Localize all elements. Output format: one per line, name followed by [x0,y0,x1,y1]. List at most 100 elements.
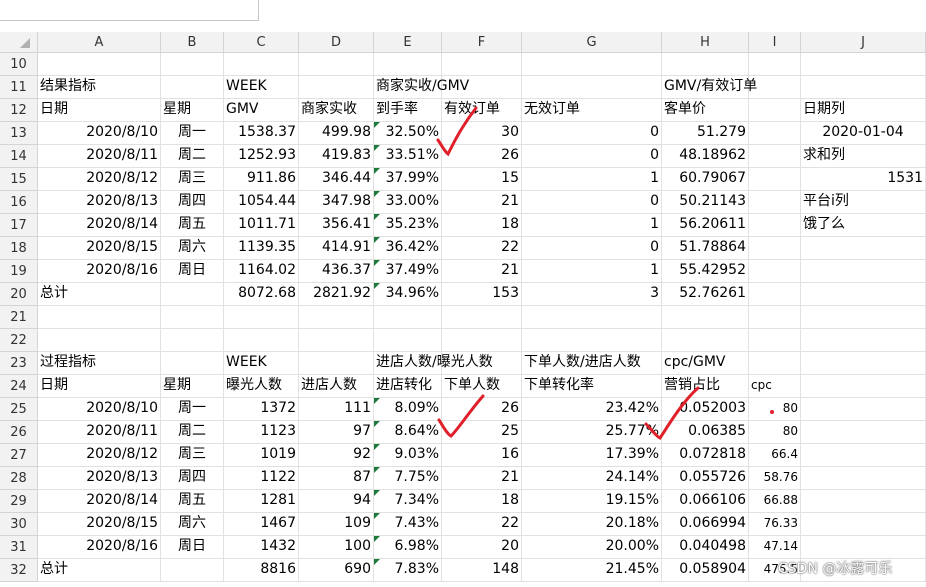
cell-i20[interactable] [749,283,801,306]
cell-f19[interactable]: 21 [442,260,522,283]
row-header-19[interactable]: 19 [0,260,38,283]
cell-b29[interactable]: 周五 [161,490,224,513]
cell-a21[interactable] [38,306,161,329]
cell-c26[interactable]: 1123 [224,421,299,444]
cell-a20[interactable]: 总计 [38,283,161,306]
cell-d28[interactable]: 87 [299,467,374,490]
cell-h11[interactable]: GMV/有效订单 [662,76,757,99]
cell-g14[interactable]: 0 [522,145,662,168]
cell-b15[interactable]: 周三 [161,168,224,191]
row-header-25[interactable]: 25 [0,398,38,421]
cell-e22[interactable] [374,329,442,352]
cell-f31[interactable]: 20 [442,536,522,559]
cell-g13[interactable]: 0 [522,122,662,145]
cell-e26[interactable]: 8.64% [374,421,442,444]
cell-c21[interactable] [224,306,299,329]
cell-d29[interactable]: 94 [299,490,374,513]
cell-j16[interactable]: 平台i列 [801,191,926,214]
column-header-e[interactable]: E [374,32,442,53]
cell-i26[interactable]: 80 [749,421,801,444]
cell-f10[interactable] [442,53,522,76]
cell-j17[interactable]: 饿了么 [801,214,926,237]
cell-j27[interactable] [801,444,926,467]
row-header-21[interactable]: 21 [0,306,38,329]
cell-b31[interactable]: 周日 [161,536,224,559]
cell-i22[interactable] [749,329,801,352]
row-header-29[interactable]: 29 [0,490,38,513]
cell-b13[interactable]: 周一 [161,122,224,145]
cell-b26[interactable]: 周二 [161,421,224,444]
cell-i25[interactable]: 80 [749,398,801,421]
cell-g12[interactable]: 无效订单 [522,99,662,122]
cell-d12[interactable]: 商家实收 [299,99,374,122]
cell-d21[interactable] [299,306,374,329]
cell-i13[interactable] [749,122,801,145]
cell-c13[interactable]: 1538.37 [224,122,299,145]
cell-f22[interactable] [442,329,522,352]
cell-a10[interactable] [38,53,161,76]
row-header-18[interactable]: 18 [0,237,38,260]
cell-a30[interactable]: 2020/8/15 [38,513,161,536]
cell-d30[interactable]: 109 [299,513,374,536]
cell-f28[interactable]: 21 [442,467,522,490]
cell-f27[interactable]: 16 [442,444,522,467]
cell-i28[interactable]: 58.76 [749,467,801,490]
cell-j31[interactable] [801,536,926,559]
cell-h23[interactable]: cpc/GMV [662,352,749,375]
cell-h21[interactable] [662,306,749,329]
cell-g27[interactable]: 17.39% [522,444,662,467]
cell-a12[interactable]: 日期 [38,99,161,122]
cell-h12[interactable]: 客单价 [662,99,749,122]
column-header-c[interactable]: C [224,32,299,53]
cell-b28[interactable]: 周四 [161,467,224,490]
row-header-24[interactable]: 24 [0,375,38,398]
row-header-27[interactable]: 27 [0,444,38,467]
cell-a29[interactable]: 2020/8/14 [38,490,161,513]
cell-j19[interactable] [801,260,926,283]
cell-f16[interactable]: 21 [442,191,522,214]
cell-e27[interactable]: 9.03% [374,444,442,467]
cell-b30[interactable]: 周六 [161,513,224,536]
cell-b22[interactable] [161,329,224,352]
cell-e12[interactable]: 到手率 [374,99,442,122]
cell-j21[interactable] [801,306,926,329]
row-header-32[interactable]: 32 [0,559,38,582]
cell-h18[interactable]: 51.78864 [662,237,749,260]
cell-g26[interactable]: 25.77% [522,421,662,444]
cell-g10[interactable] [522,53,662,76]
row-header-17[interactable]: 17 [0,214,38,237]
cell-f29[interactable]: 18 [442,490,522,513]
cell-j10[interactable] [801,53,926,76]
row-header-10[interactable]: 10 [0,53,38,76]
cell-f21[interactable] [442,306,522,329]
cell-c10[interactable] [224,53,299,76]
column-header-i[interactable]: I [749,32,801,53]
cell-b12[interactable]: 星期 [161,99,224,122]
cell-c20[interactable]: 8072.68 [224,283,299,306]
cell-j30[interactable] [801,513,926,536]
cell-h29[interactable]: 0.066106 [662,490,749,513]
cell-i14[interactable] [749,145,801,168]
cell-i19[interactable] [749,260,801,283]
cell-b20[interactable] [161,283,224,306]
cell-a22[interactable] [38,329,161,352]
cell-a17[interactable]: 2020/8/14 [38,214,161,237]
row-header-16[interactable]: 16 [0,191,38,214]
cell-a19[interactable]: 2020/8/16 [38,260,161,283]
cell-h13[interactable]: 51.279 [662,122,749,145]
cell-f32[interactable]: 148 [442,559,522,582]
cell-e15[interactable]: 37.99% [374,168,442,191]
cell-b24[interactable]: 星期 [161,375,224,398]
cell-b10[interactable] [161,53,224,76]
row-header-28[interactable]: 28 [0,467,38,490]
cell-a13[interactable]: 2020/8/10 [38,122,161,145]
cell-h30[interactable]: 0.066994 [662,513,749,536]
row-header-31[interactable]: 31 [0,536,38,559]
cell-g22[interactable] [522,329,662,352]
cell-j18[interactable] [801,237,926,260]
cell-a18[interactable]: 2020/8/15 [38,237,161,260]
cell-d23[interactable] [299,352,374,375]
cell-i24[interactable]: cpc [749,375,801,398]
cell-e28[interactable]: 7.75% [374,467,442,490]
cell-b14[interactable]: 周二 [161,145,224,168]
